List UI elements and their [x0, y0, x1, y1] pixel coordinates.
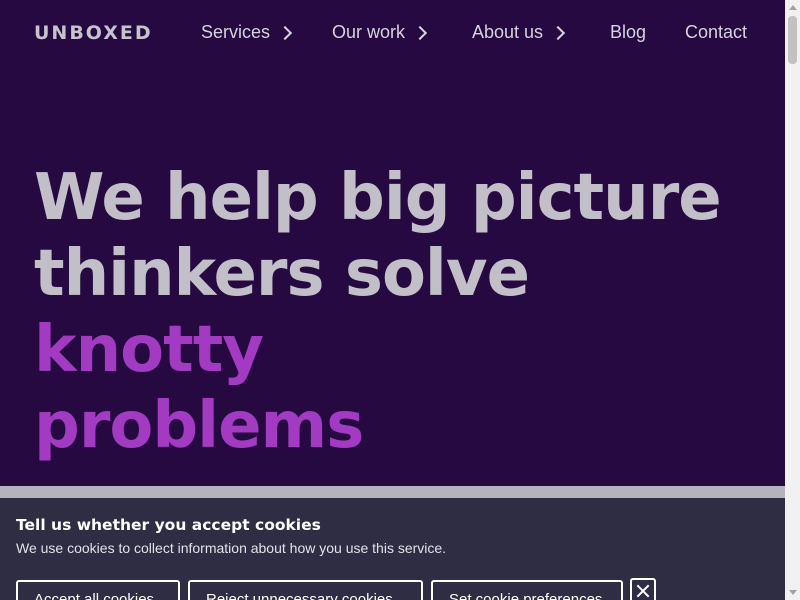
scroll-up-arrow-icon[interactable] [789, 5, 797, 10]
vertical-scrollbar[interactable] [785, 0, 800, 600]
nav-item-label: Our work [332, 22, 406, 42]
chevron-right-icon [412, 25, 428, 41]
cookie-preferences-button[interactable]: Set cookie preferences [431, 580, 623, 600]
cookie-banner: Tell us whether you accept cookies We us… [0, 498, 785, 600]
nav-item-label: Contact [685, 22, 748, 42]
accept-cookies-button[interactable]: Accept all cookies [16, 580, 180, 600]
chevron-right-icon [277, 25, 293, 41]
hero-line-2: thinkers solve [34, 237, 530, 311]
scrollbar-thumb[interactable] [788, 16, 797, 64]
chevron-right-icon [550, 25, 566, 41]
site-header: UNBOXED Services Our work About us Blog … [0, 0, 785, 68]
section-divider [0, 486, 785, 498]
hero-line-3: problems [34, 389, 364, 463]
hero-line-1: We help big picture [34, 161, 722, 235]
nav-item-label: Blog [610, 22, 647, 42]
logo[interactable]: UNBOXED [34, 22, 153, 44]
cookie-banner-text: We use cookies to collect information ab… [16, 540, 447, 556]
nav-item-label: Services [201, 22, 271, 42]
hero-heading: We help big picture thinkers solve knott… [34, 160, 764, 464]
reject-cookies-button[interactable]: Reject unnecessary cookies [188, 580, 423, 600]
nav-item-our-work[interactable]: Our work [332, 22, 428, 43]
nav-item-contact[interactable]: Contact [685, 22, 747, 43]
nav-item-about-us[interactable]: About us [472, 22, 566, 43]
close-icon[interactable] [630, 578, 656, 600]
hero-accent-word: knotty [34, 313, 264, 387]
nav-item-services[interactable]: Services [201, 22, 293, 43]
scroll-down-arrow-icon[interactable] [789, 590, 797, 595]
page: UNBOXED Services Our work About us Blog … [0, 0, 785, 600]
cookie-banner-title: Tell us whether you accept cookies [16, 516, 321, 534]
nav-item-label: About us [472, 22, 544, 42]
nav-item-blog[interactable]: Blog [610, 22, 646, 43]
